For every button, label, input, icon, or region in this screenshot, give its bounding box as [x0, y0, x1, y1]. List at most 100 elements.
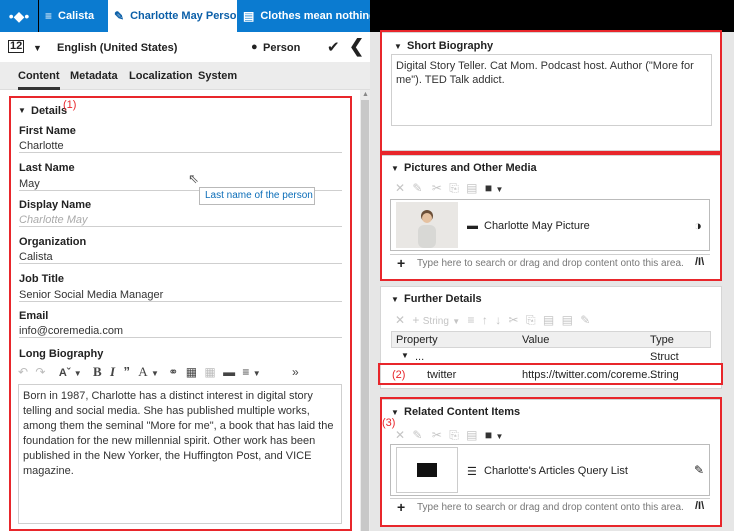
cut-icon[interactable]: ✂ — [432, 428, 442, 442]
chevron-down-icon[interactable]: ▼ — [253, 369, 261, 378]
tab-label: Calista — [58, 10, 95, 22]
tab-metadata[interactable]: Metadata — [70, 62, 118, 90]
remove-icon[interactable]: ✕ — [395, 428, 405, 442]
image-icon[interactable]: ▬ — [223, 365, 235, 379]
paste-icon[interactable]: ▤ — [466, 428, 477, 442]
edit-icon[interactable]: ✎ — [694, 463, 704, 477]
chevron-down-icon[interactable]: ▼ — [452, 317, 460, 326]
paste-icon[interactable]: ▤ — [466, 181, 477, 195]
italic-icon[interactable]: I — [110, 364, 115, 379]
tab-calista[interactable]: ≡ Calista — [39, 0, 108, 32]
pictures-search-input[interactable]: Type here to search or drag and drop con… — [417, 258, 684, 269]
column-header[interactable]: Type — [650, 334, 674, 346]
type-cell: Struct — [650, 351, 679, 363]
organization-label: Organization — [19, 236, 87, 248]
add-icon[interactable]: + — [397, 499, 405, 515]
add-icon[interactable]: + — [412, 313, 419, 327]
scrollbar-thumb[interactable] — [361, 100, 369, 531]
picture-type-icon: ▬ — [467, 220, 478, 232]
email-field[interactable]: info@coremedia.com — [19, 325, 123, 337]
long-biography-editor[interactable]: Born in 1987, Charlotte has a distinct i… — [18, 384, 342, 524]
chevron-down-icon[interactable]: ▼ — [151, 369, 159, 378]
tab-clothes-article[interactable]: ▤ Clothes mean nothing u... — [237, 0, 370, 32]
chevron-down-icon[interactable]: ▼ — [495, 432, 503, 441]
collapse-arrow-icon[interactable]: ▼ — [391, 164, 399, 173]
value-cell[interactable]: https://twitter.com/coreme... — [522, 369, 657, 381]
align-icon[interactable]: ≡ — [242, 365, 249, 379]
collapse-arrow-icon[interactable]: ▼ — [391, 295, 399, 304]
unlink-icon[interactable]: ▦ — [204, 365, 215, 379]
mouse-cursor-icon: ⇖ — [188, 171, 199, 186]
move-up-icon[interactable]: ↑ — [482, 313, 488, 327]
tab-localization[interactable]: Localization — [129, 62, 193, 90]
tab-system[interactable]: System — [198, 62, 237, 90]
string-type-label[interactable]: String — [423, 316, 449, 327]
chevron-down-icon[interactable]: ▼ — [33, 43, 42, 53]
edit-icon[interactable]: ✎ — [580, 313, 590, 327]
collapse-arrow-icon[interactable]: ▼ — [391, 408, 399, 417]
bold-icon[interactable]: B — [93, 364, 102, 379]
font-icon[interactable]: A — [138, 364, 147, 379]
cut-icon[interactable]: ✂ — [509, 313, 519, 327]
remove-icon[interactable]: ✕ — [395, 313, 405, 327]
paste-special-icon[interactable]: ▤ — [562, 313, 573, 327]
type-cell[interactable]: String — [650, 369, 679, 381]
edit-icon[interactable]: ✎ — [412, 428, 422, 442]
remove-icon[interactable]: ✕ — [395, 181, 405, 195]
job-title-field[interactable]: Senior Social Media Manager — [19, 289, 163, 301]
query-list-icon — [417, 463, 437, 477]
copy-icon[interactable]: ⎘ — [526, 313, 536, 327]
collapse-icon[interactable]: ❮ — [349, 36, 364, 57]
more-icon[interactable]: » — [292, 365, 299, 379]
copy-icon[interactable]: ⎘ — [449, 181, 459, 195]
pencil-icon: ✎ — [114, 9, 125, 23]
picture-item-label[interactable]: Charlotte May Picture — [484, 220, 590, 232]
scroll-up-icon[interactable]: ▲ — [362, 91, 369, 98]
undo-icon[interactable]: ↶ — [18, 365, 28, 379]
workspace-home-tab[interactable]: •◆• — [0, 0, 38, 32]
insert-link-icon[interactable]: ▦ — [186, 365, 197, 379]
globe-icon[interactable]: ◑ — [694, 218, 702, 233]
pictures-title: Pictures and Other Media — [404, 162, 537, 174]
first-name-field[interactable]: Charlotte — [19, 140, 64, 152]
picture-thumbnail — [396, 202, 458, 248]
tab-charlotte-may-person[interactable]: ✎ Charlotte May Person ✕ — [108, 0, 237, 32]
text-style-icon[interactable]: Aˇ — [59, 367, 71, 379]
list-icon[interactable]: ≡ — [468, 313, 475, 327]
approve-icon[interactable]: ✔ — [327, 38, 340, 56]
collapse-arrow-icon[interactable]: ▼ — [401, 351, 409, 360]
chevron-down-icon[interactable]: ▼ — [74, 369, 82, 378]
property-cell[interactable]: twitter — [427, 369, 456, 381]
property-cell: ... — [415, 351, 425, 363]
last-name-field[interactable]: May — [19, 178, 40, 190]
tab-content[interactable]: Content — [18, 62, 60, 90]
field-underline — [19, 337, 342, 338]
column-header[interactable]: Value — [522, 334, 549, 346]
paste-icon[interactable]: ▤ — [543, 313, 554, 327]
library-icon[interactable]: /I\ — [695, 500, 704, 512]
short-biography-editor[interactable]: Digital Story Teller. Cat Mom. Podcast h… — [391, 54, 712, 126]
add-content-icon[interactable]: ■ — [485, 181, 492, 195]
copy-icon[interactable]: ⎘ — [449, 428, 459, 442]
library-icon[interactable]: /I\ — [695, 256, 704, 268]
language-icon[interactable]: 12 — [8, 40, 25, 53]
related-item-label[interactable]: Charlotte's Articles Query List — [484, 465, 628, 477]
link-icon[interactable]: ⚭ — [168, 365, 178, 379]
quote-icon[interactable]: ” — [123, 364, 130, 379]
cut-icon[interactable]: ✂ — [432, 181, 442, 195]
pictures-toolbar: ✕ ✎ ✂ ⎘ ▤ ■ ▼ — [395, 181, 503, 196]
add-icon[interactable]: + — [397, 255, 405, 271]
related-search-input[interactable]: Type here to search or drag and drop con… — [417, 502, 684, 513]
edit-icon[interactable]: ✎ — [412, 181, 422, 195]
chevron-down-icon[interactable]: ▼ — [495, 185, 503, 194]
display-name-field[interactable]: Charlotte May — [19, 214, 87, 226]
redo-icon[interactable]: ↷ — [35, 365, 45, 379]
collapse-arrow-icon[interactable]: ▼ — [18, 106, 26, 115]
field-underline — [19, 226, 342, 227]
add-content-icon[interactable]: ■ — [485, 428, 492, 442]
organization-field[interactable]: Calista — [19, 251, 53, 263]
column-header[interactable]: Property — [396, 334, 438, 346]
related-toolbar: ✕ ✎ ✂ ⎘ ▤ ■ ▼ — [395, 428, 503, 443]
collapse-arrow-icon[interactable]: ▼ — [394, 42, 402, 51]
move-down-icon[interactable]: ↓ — [495, 313, 501, 327]
